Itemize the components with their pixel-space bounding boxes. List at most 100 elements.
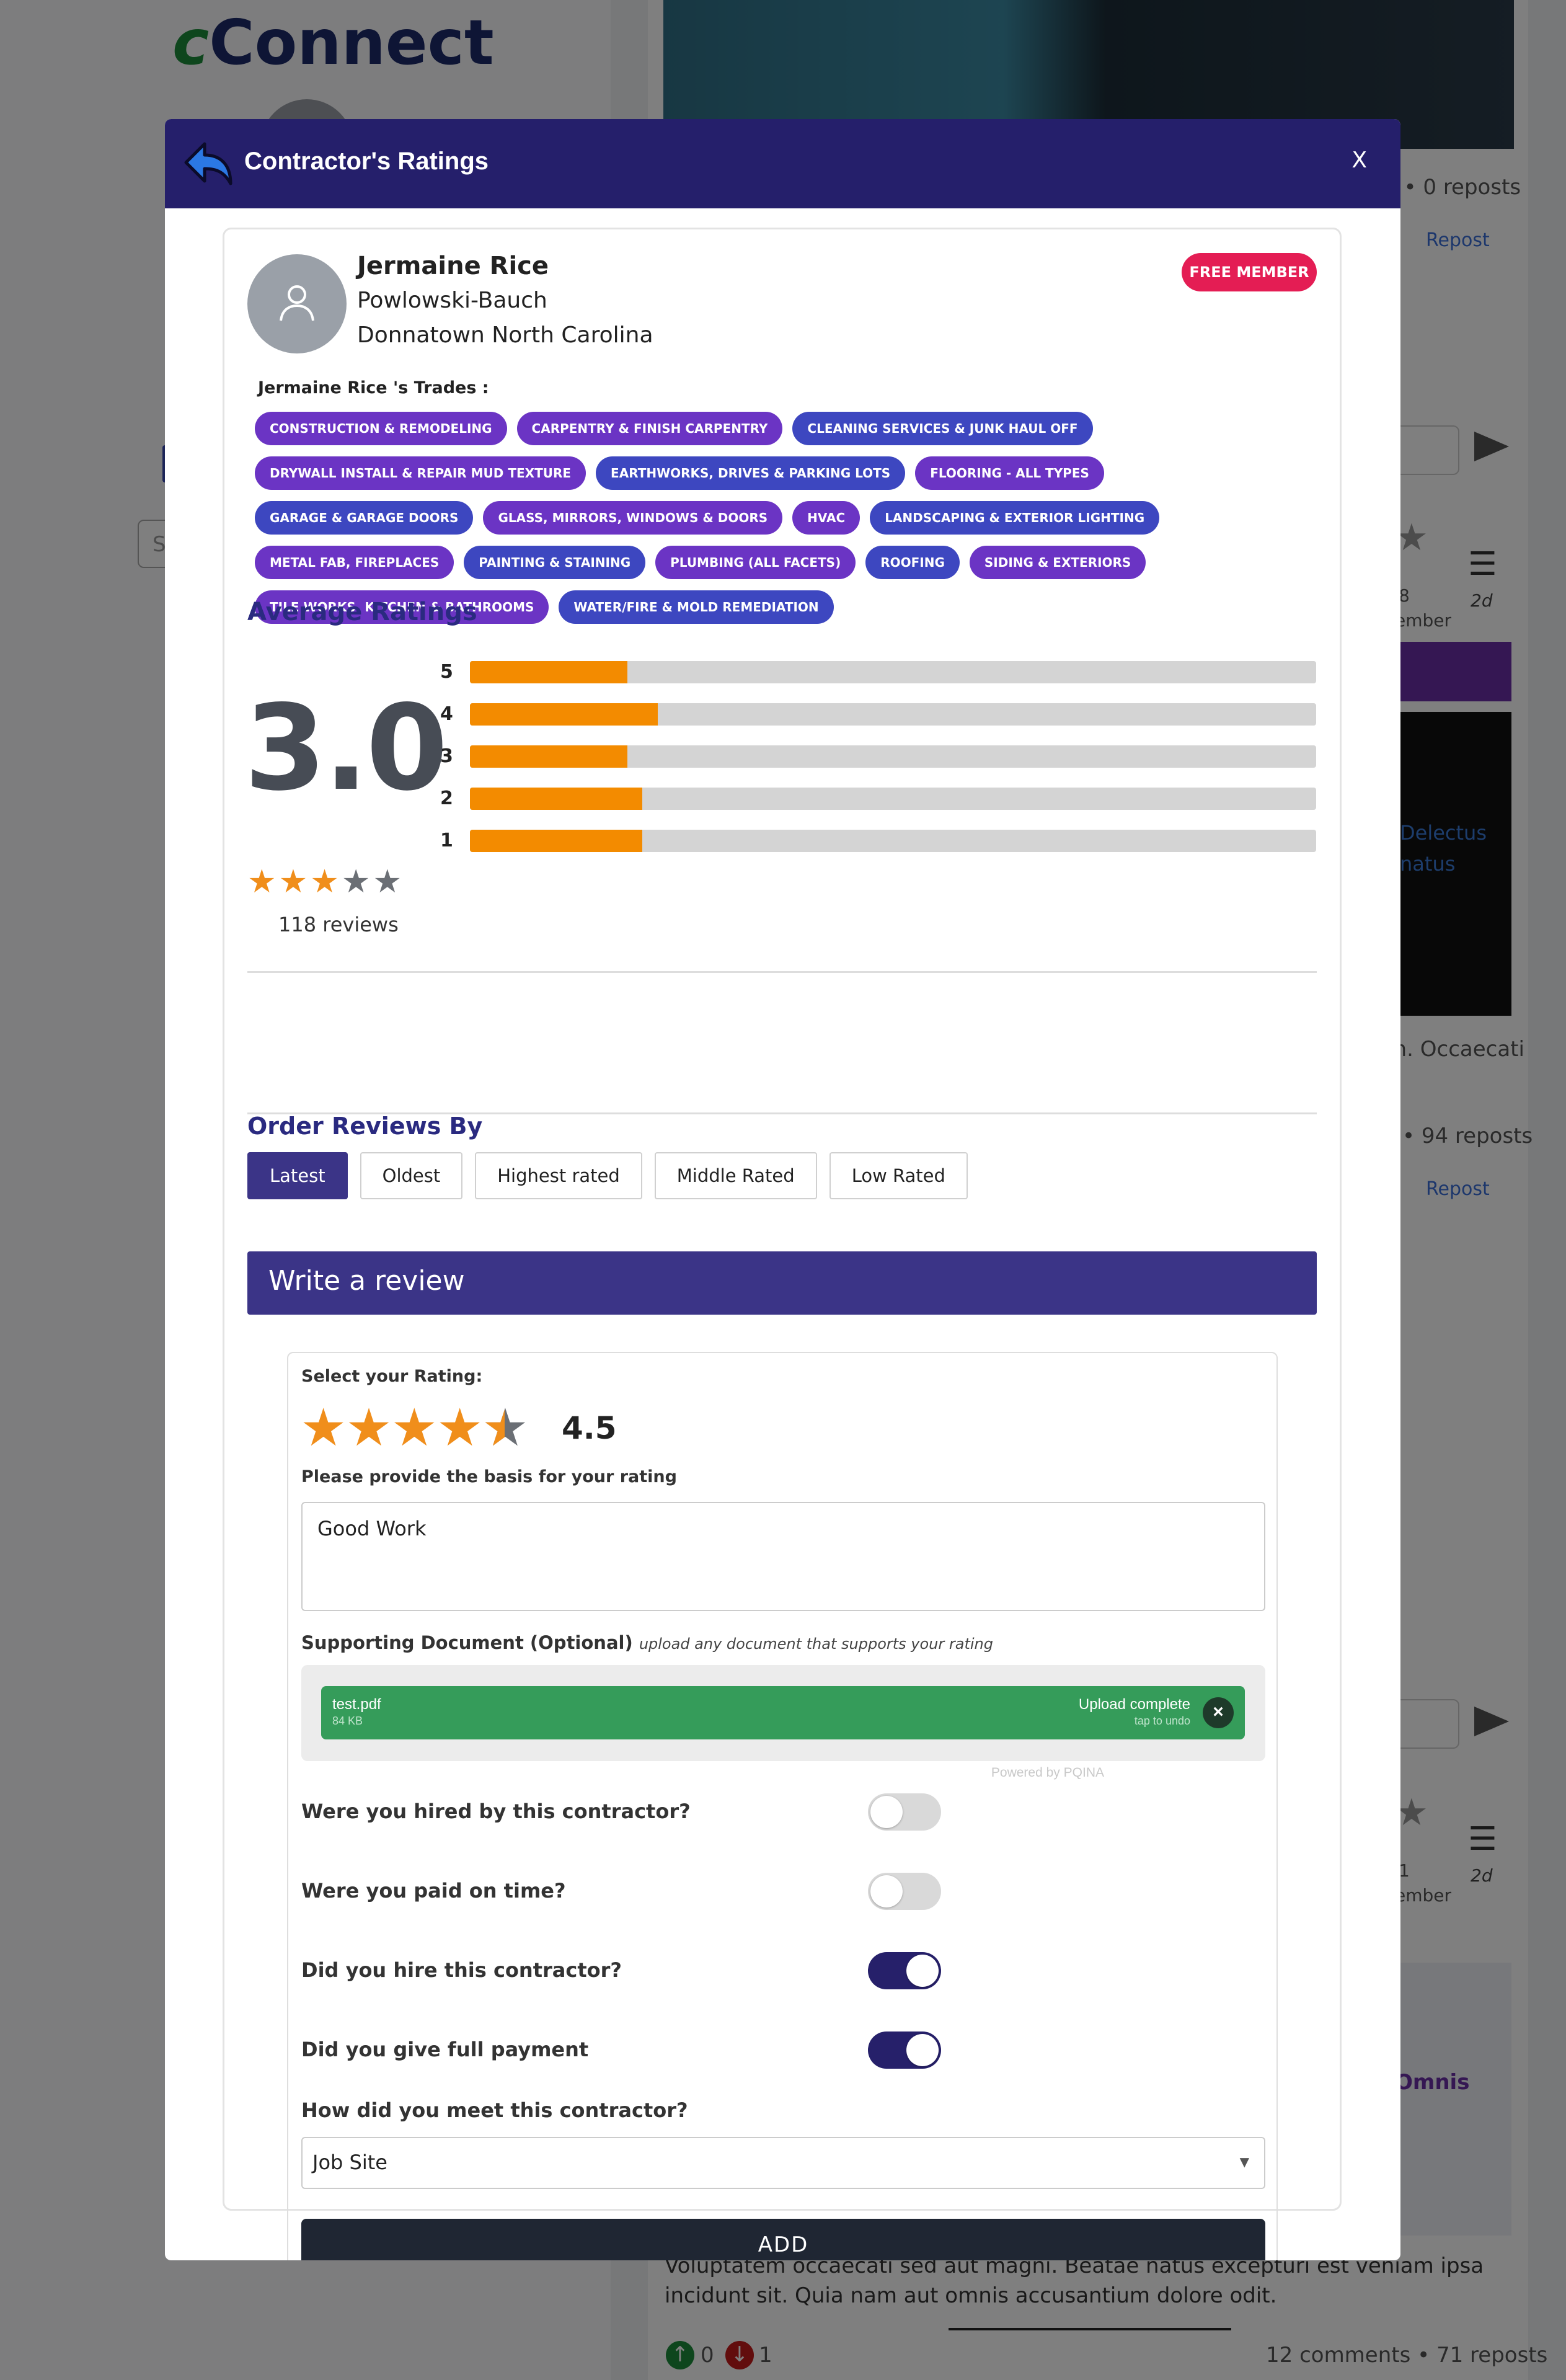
support-document-title: Supporting Document (Optional)	[301, 1632, 633, 1653]
star-icon[interactable]: ★	[391, 1397, 438, 1458]
write-review-title: Write a review	[268, 1265, 465, 1297]
section-divider	[247, 971, 1317, 973]
average-score: 3.0	[244, 680, 448, 817]
order-option-button[interactable]: Latest	[247, 1152, 348, 1199]
question-toggle[interactable]	[868, 1873, 941, 1910]
toggle-knob	[906, 1955, 939, 1987]
trade-tag: EARTHWORKS, DRIVES & PARKING LOTS	[596, 456, 906, 490]
order-option-button[interactable]: Middle Rated	[654, 1152, 817, 1199]
question-label: Did you hire this contractor?	[301, 1958, 622, 1982]
rating-bar-fill	[470, 661, 627, 683]
trade-tag: DRYWALL INSTALL & REPAIR MUD TEXTURE	[255, 456, 586, 490]
order-option-button[interactable]: Low Rated	[829, 1152, 968, 1199]
toggle-knob	[906, 2034, 939, 2066]
chevron-down-icon: ▼	[1239, 2154, 1249, 2169]
ratings-modal: Contractor's Ratings X Jermaine Rice Pow…	[165, 119, 1400, 2260]
rating-bar-label: 2	[440, 788, 453, 809]
order-option-button[interactable]: Oldest	[360, 1152, 463, 1199]
support-document-label: Supporting Document (Optional) upload an…	[301, 1632, 993, 1653]
question-label: Were you paid on time?	[301, 1879, 566, 1903]
rating-input[interactable]: ★★★★★★	[300, 1401, 529, 1454]
upload-status: Upload complete	[1078, 1696, 1190, 1713]
question-toggle[interactable]	[868, 1793, 941, 1831]
question-toggle[interactable]	[868, 2031, 941, 2069]
trade-tag: CARPENTRY & FINISH CARPENTRY	[516, 412, 783, 445]
toggle-knob	[870, 1875, 903, 1907]
average-stars: ★★★★★	[247, 863, 404, 900]
rating-bar-track	[470, 788, 1316, 810]
rating-label: Select your Rating:	[301, 1367, 483, 1386]
star-icon: ★	[341, 863, 373, 900]
star-icon: ★	[310, 863, 342, 900]
order-reviews-title: Order Reviews By	[247, 1112, 483, 1140]
file-name: test.pdf	[332, 1696, 381, 1713]
star-icon[interactable]: ★	[436, 1397, 483, 1458]
trade-tag: CLEANING SERVICES & JUNK HAUL OFF	[792, 412, 1093, 445]
contractor-location: Donnatown North Carolina	[357, 322, 653, 348]
undo-upload[interactable]: tap to undo	[1135, 1715, 1190, 1728]
back-arrow-icon[interactable]	[184, 141, 233, 186]
modal-title: Contractor's Ratings	[244, 148, 489, 175]
trade-tag: ROOFING	[865, 546, 960, 579]
rating-bar-label: 5	[440, 661, 453, 683]
powered-by[interactable]: Powered by PQINA	[991, 1765, 1104, 1780]
question-label: Did you give full payment	[301, 2038, 589, 2061]
half-star-icon[interactable]: ★★	[482, 1401, 528, 1454]
write-review-header: Write a review	[247, 1251, 1317, 1315]
order-options: Latest Oldest Highest rated Middle Rated Low…	[247, 1152, 980, 1199]
file-upload-zone[interactable]: test.pdf 84 KB Upload complete tap to un…	[301, 1665, 1265, 1761]
meet-select-value: Job Site	[312, 2151, 387, 2174]
rating-bar-fill	[470, 703, 658, 726]
trade-tag: PLUMBING (ALL FACETS)	[655, 546, 856, 579]
membership-badge: FREE MEMBER	[1182, 253, 1317, 291]
star-icon: ★	[278, 863, 311, 900]
trade-tag: SIDING & EXTERIORS	[969, 546, 1146, 579]
rating-bar-track	[470, 830, 1316, 852]
support-document-hint: upload any document that supports your r…	[639, 1635, 993, 1653]
avatar	[247, 254, 347, 353]
meet-label: How did you meet this contractor?	[301, 2098, 688, 2122]
rating-bar-row: 4	[440, 702, 1316, 727]
trade-tag: FLOORING - ALL TYPES	[915, 456, 1104, 490]
rating-bar-label: 3	[440, 745, 453, 767]
rating-bar-track	[470, 703, 1316, 726]
basis-label: Please provide the basis for your rating	[301, 1467, 677, 1486]
modal-header: Contractor's Ratings X	[165, 119, 1400, 208]
contractor-company: Powlowski-Bauch	[357, 288, 547, 313]
star-icon: ★	[247, 863, 279, 900]
add-review-button[interactable]: ADD	[301, 2219, 1265, 2260]
trade-tag: GARAGE & GARAGE DOORS	[255, 501, 474, 535]
user-icon	[280, 285, 314, 321]
rating-bar-row: 5	[440, 660, 1316, 685]
average-ratings-title: Average Ratings	[247, 598, 477, 626]
trade-tag: GLASS, MIRRORS, WINDOWS & DOORS	[483, 501, 783, 535]
star-icon[interactable]: ★	[345, 1397, 392, 1458]
rating-bar-row: 1	[440, 828, 1316, 853]
trade-tag: PAINTING & STAINING	[464, 546, 646, 579]
trade-tag: CONSTRUCTION & REMODELING	[255, 412, 507, 445]
rating-bar-fill	[470, 830, 643, 852]
reviews-count: 118 reviews	[278, 913, 399, 936]
rating-value: 4.5	[562, 1410, 617, 1446]
file-size: 84 KB	[332, 1715, 363, 1727]
basis-textarea[interactable]: Good Work	[301, 1502, 1265, 1611]
toggle-knob	[870, 1796, 903, 1828]
rating-bar-track	[470, 745, 1316, 768]
rating-bar-fill	[470, 788, 643, 810]
rating-bar-track	[470, 661, 1316, 683]
star-icon[interactable]: ★	[300, 1397, 347, 1458]
contractor-name: Jermaine Rice	[357, 252, 549, 280]
trade-tag: HVAC	[792, 501, 860, 535]
question-label: Were you hired by this contractor?	[301, 1800, 691, 1823]
order-option-button[interactable]: Highest rated	[475, 1152, 642, 1199]
rating-bar-row: 3	[440, 744, 1316, 769]
meet-select[interactable]: Job Site ▼	[301, 2137, 1265, 2189]
remove-file-icon[interactable]: ×	[1203, 1697, 1234, 1728]
question-toggle[interactable]	[868, 1952, 941, 1989]
trade-tag: METAL FAB, FIREPLACES	[255, 546, 454, 579]
trade-tag: LANDSCAPING & EXTERIOR LIGHTING	[870, 501, 1160, 535]
rating-bar-row: 2	[440, 786, 1316, 811]
rating-bar-label: 1	[440, 830, 453, 851]
close-button[interactable]: X	[1351, 148, 1367, 173]
star-icon: ★	[373, 863, 405, 900]
